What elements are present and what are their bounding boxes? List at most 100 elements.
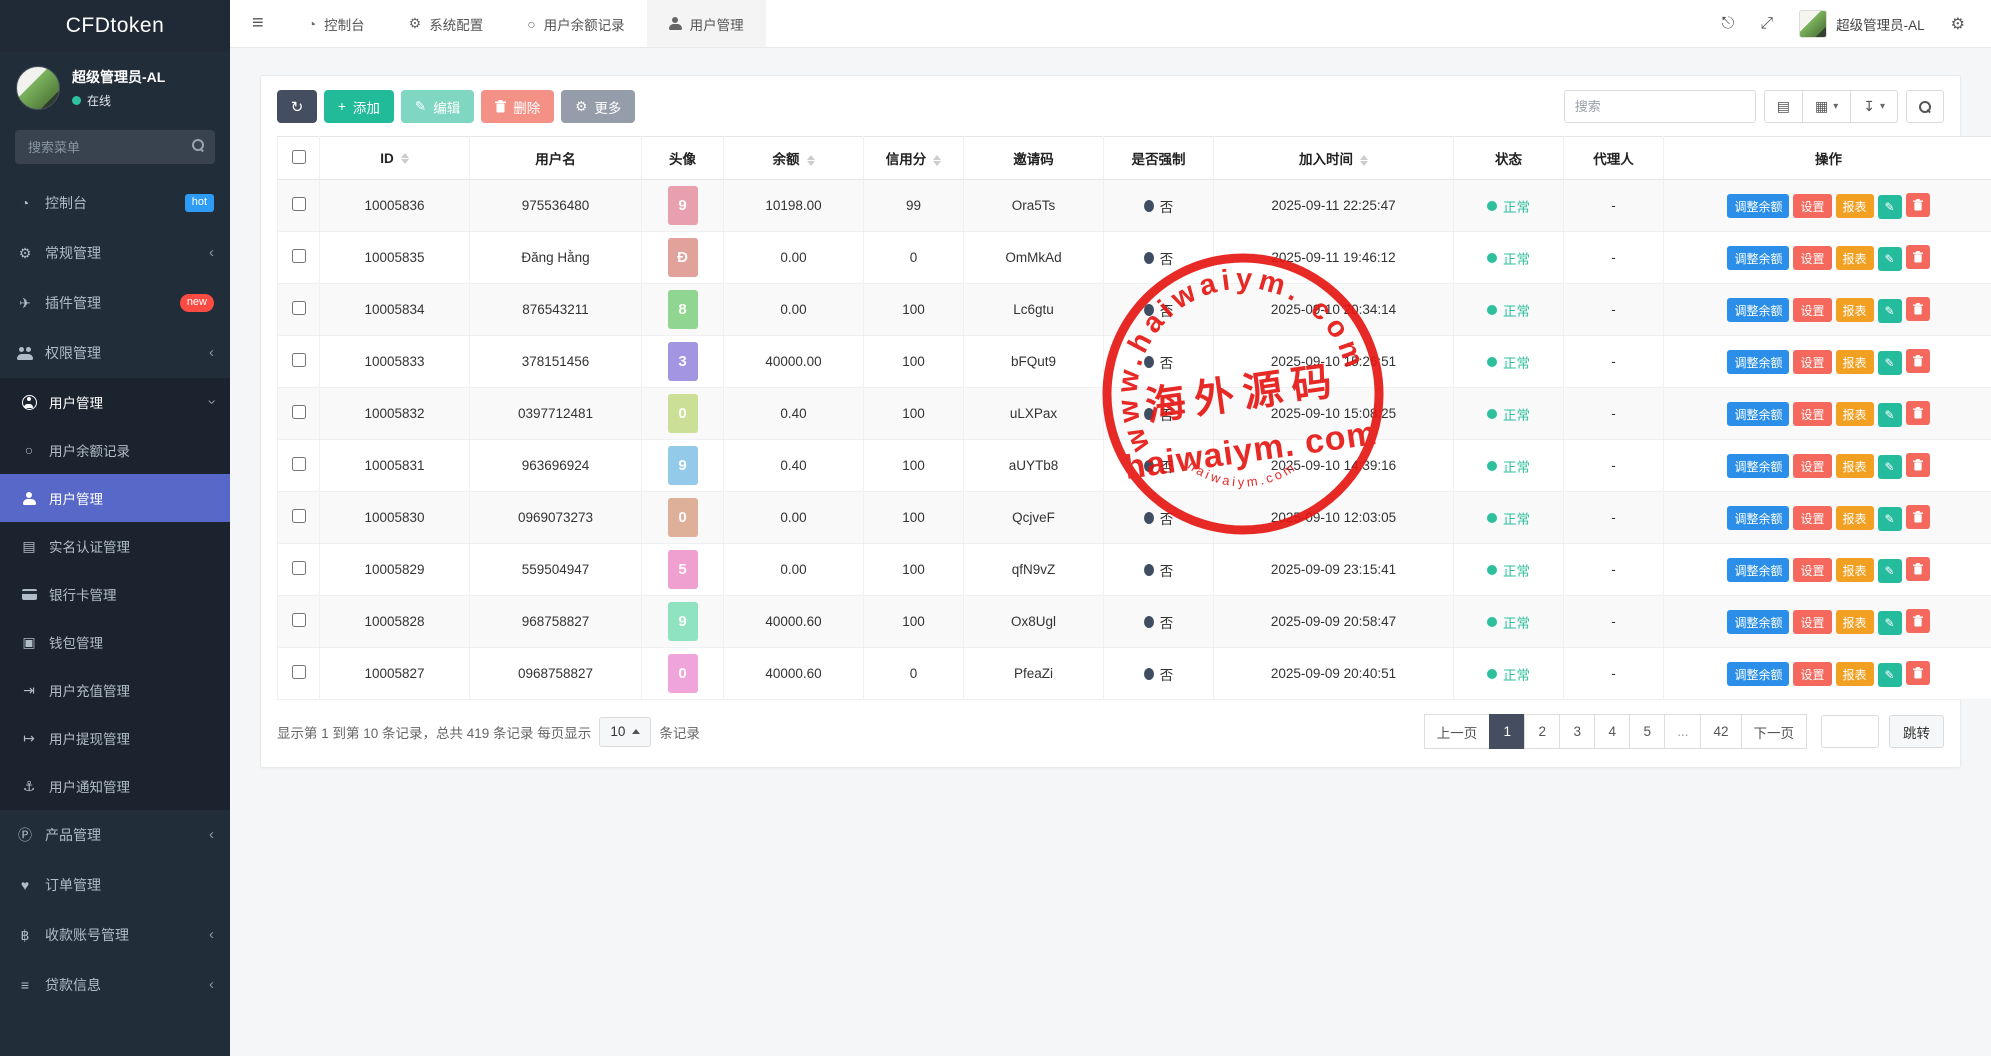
settings-button[interactable]: 设置: [1793, 350, 1831, 374]
grid-view-button[interactable]: ▦▾: [1802, 90, 1851, 123]
delete-button[interactable]: 删除: [481, 90, 554, 123]
adjust-balance-button[interactable]: 调整余额: [1727, 402, 1789, 426]
adjust-balance-button[interactable]: 调整余额: [1727, 350, 1789, 374]
row-edit-button[interactable]: ✎: [1878, 611, 1902, 635]
settings-button[interactable]: 设置: [1793, 246, 1831, 270]
row-delete-button[interactable]: [1906, 661, 1930, 685]
report-button[interactable]: 报表: [1836, 454, 1874, 478]
sort-icon[interactable]: [401, 152, 409, 165]
row-checkbox[interactable]: [292, 509, 306, 523]
sidebar-item-贷款信息[interactable]: ≡贷款信息‹: [0, 960, 230, 1010]
settings-button[interactable]: 设置: [1793, 454, 1831, 478]
row-delete-button[interactable]: [1906, 349, 1930, 373]
sidebar-item-银行卡管理[interactable]: 银行卡管理: [0, 570, 230, 618]
row-edit-button[interactable]: ✎: [1878, 559, 1902, 583]
sidebar-item-收款账号管理[interactable]: ฿收款账号管理‹: [0, 910, 230, 960]
col-header-id[interactable]: ID: [320, 137, 470, 180]
adjust-balance-button[interactable]: 调整余额: [1727, 246, 1789, 270]
adjust-balance-button[interactable]: 调整余额: [1727, 194, 1789, 218]
row-delete-button[interactable]: [1906, 193, 1930, 217]
row-edit-button[interactable]: ✎: [1878, 455, 1902, 479]
row-delete-button[interactable]: [1906, 609, 1930, 633]
row-edit-button[interactable]: ✎: [1878, 663, 1902, 687]
settings-button[interactable]: 设置: [1793, 558, 1831, 582]
adjust-balance-button[interactable]: 调整余额: [1727, 454, 1789, 478]
row-checkbox[interactable]: [292, 405, 306, 419]
sidebar-item-权限管理[interactable]: 权限管理‹: [0, 328, 230, 378]
settings-button[interactable]: 设置: [1793, 662, 1831, 686]
adjust-balance-button[interactable]: 调整余额: [1727, 506, 1789, 530]
row-checkbox[interactable]: [292, 561, 306, 575]
report-button[interactable]: 报表: [1836, 298, 1874, 322]
settings-button[interactable]: 设置: [1793, 298, 1831, 322]
menu-search-input[interactable]: [15, 130, 215, 164]
row-delete-button[interactable]: [1906, 245, 1930, 269]
sidebar-item-控制台[interactable]: ◔控制台hot: [0, 178, 230, 228]
hamburger-icon[interactable]: ≡: [230, 12, 286, 35]
sidebar-item-用户提现管理[interactable]: ↦用户提现管理: [0, 714, 230, 762]
sidebar-item-订单管理[interactable]: ♥订单管理: [0, 860, 230, 910]
fullscreen-icon[interactable]: ⤢: [1760, 15, 1773, 33]
row-checkbox[interactable]: [292, 613, 306, 627]
settings-button[interactable]: 设置: [1793, 194, 1831, 218]
page-size-select[interactable]: 10: [599, 717, 651, 747]
settings-button[interactable]: 设置: [1793, 402, 1831, 426]
adjust-balance-button[interactable]: 调整余额: [1727, 610, 1789, 634]
adjust-balance-button[interactable]: 调整余额: [1727, 558, 1789, 582]
jump-button[interactable]: 跳转: [1889, 715, 1944, 748]
row-edit-button[interactable]: ✎: [1878, 195, 1902, 219]
adjust-balance-button[interactable]: 调整余额: [1727, 298, 1789, 322]
row-delete-button[interactable]: [1906, 297, 1930, 321]
navbar-user[interactable]: 超级管理员-AL: [1799, 10, 1925, 38]
edit-button[interactable]: ✎编辑: [401, 90, 474, 123]
row-edit-button[interactable]: ✎: [1878, 247, 1902, 271]
row-edit-button[interactable]: ✎: [1878, 403, 1902, 427]
sidebar-item-用户充值管理[interactable]: ⇥用户充值管理: [0, 666, 230, 714]
tab-系统配置[interactable]: ⚙系统配置: [387, 0, 506, 47]
report-button[interactable]: 报表: [1836, 402, 1874, 426]
jump-page-input[interactable]: [1821, 715, 1879, 748]
col-header-joined[interactable]: 加入时间: [1214, 137, 1454, 180]
row-checkbox[interactable]: [292, 665, 306, 679]
more-button[interactable]: ⚙更多: [561, 90, 635, 123]
row-delete-button[interactable]: [1906, 557, 1930, 581]
sidebar-item-用户管理[interactable]: 用户管理: [0, 474, 230, 522]
row-checkbox[interactable]: [292, 457, 306, 471]
tab-用户余额记录[interactable]: ○用户余额记录: [505, 0, 646, 47]
row-checkbox[interactable]: [292, 197, 306, 211]
columns-toggle-button[interactable]: ▤: [1764, 90, 1803, 123]
sidebar-item-常规管理[interactable]: ⚙常规管理‹: [0, 228, 230, 278]
select-all-checkbox[interactable]: [292, 150, 306, 164]
search-button[interactable]: [1906, 90, 1944, 123]
report-button[interactable]: 报表: [1836, 350, 1874, 374]
sidebar-item-插件管理[interactable]: ✈插件管理new: [0, 278, 230, 328]
row-delete-button[interactable]: [1906, 505, 1930, 529]
report-button[interactable]: 报表: [1836, 558, 1874, 582]
col-header-balance[interactable]: 余额: [724, 137, 864, 180]
row-edit-button[interactable]: ✎: [1878, 299, 1902, 323]
row-delete-button[interactable]: [1906, 401, 1930, 425]
row-checkbox[interactable]: [292, 249, 306, 263]
tab-控制台[interactable]: ◔控制台: [286, 0, 387, 47]
adjust-balance-button[interactable]: 调整余额: [1727, 662, 1789, 686]
row-edit-button[interactable]: ✎: [1878, 351, 1902, 375]
tab-用户管理[interactable]: 用户管理: [647, 0, 766, 47]
table-search-input[interactable]: [1564, 90, 1756, 123]
sidebar-item-用户管理[interactable]: 用户管理‹: [0, 378, 230, 426]
row-edit-button[interactable]: ✎: [1878, 507, 1902, 531]
refresh-button[interactable]: ↻: [277, 90, 317, 123]
settings-button[interactable]: 设置: [1793, 506, 1831, 530]
report-button[interactable]: 报表: [1836, 246, 1874, 270]
export-button[interactable]: ↧▾: [1850, 90, 1898, 123]
row-checkbox[interactable]: [292, 301, 306, 315]
sort-icon[interactable]: [933, 154, 941, 167]
row-checkbox[interactable]: [292, 353, 306, 367]
report-button[interactable]: 报表: [1836, 506, 1874, 530]
col-header-credit[interactable]: 信用分: [864, 137, 964, 180]
sort-icon[interactable]: [807, 154, 815, 167]
sidebar-item-钱包管理[interactable]: ▣钱包管理: [0, 618, 230, 666]
sidebar-item-产品管理[interactable]: Ⓟ产品管理‹: [0, 810, 230, 860]
user-avatar[interactable]: [16, 66, 60, 110]
report-button[interactable]: 报表: [1836, 662, 1874, 686]
settings-cogs-icon[interactable]: ⚙: [1951, 14, 1965, 34]
